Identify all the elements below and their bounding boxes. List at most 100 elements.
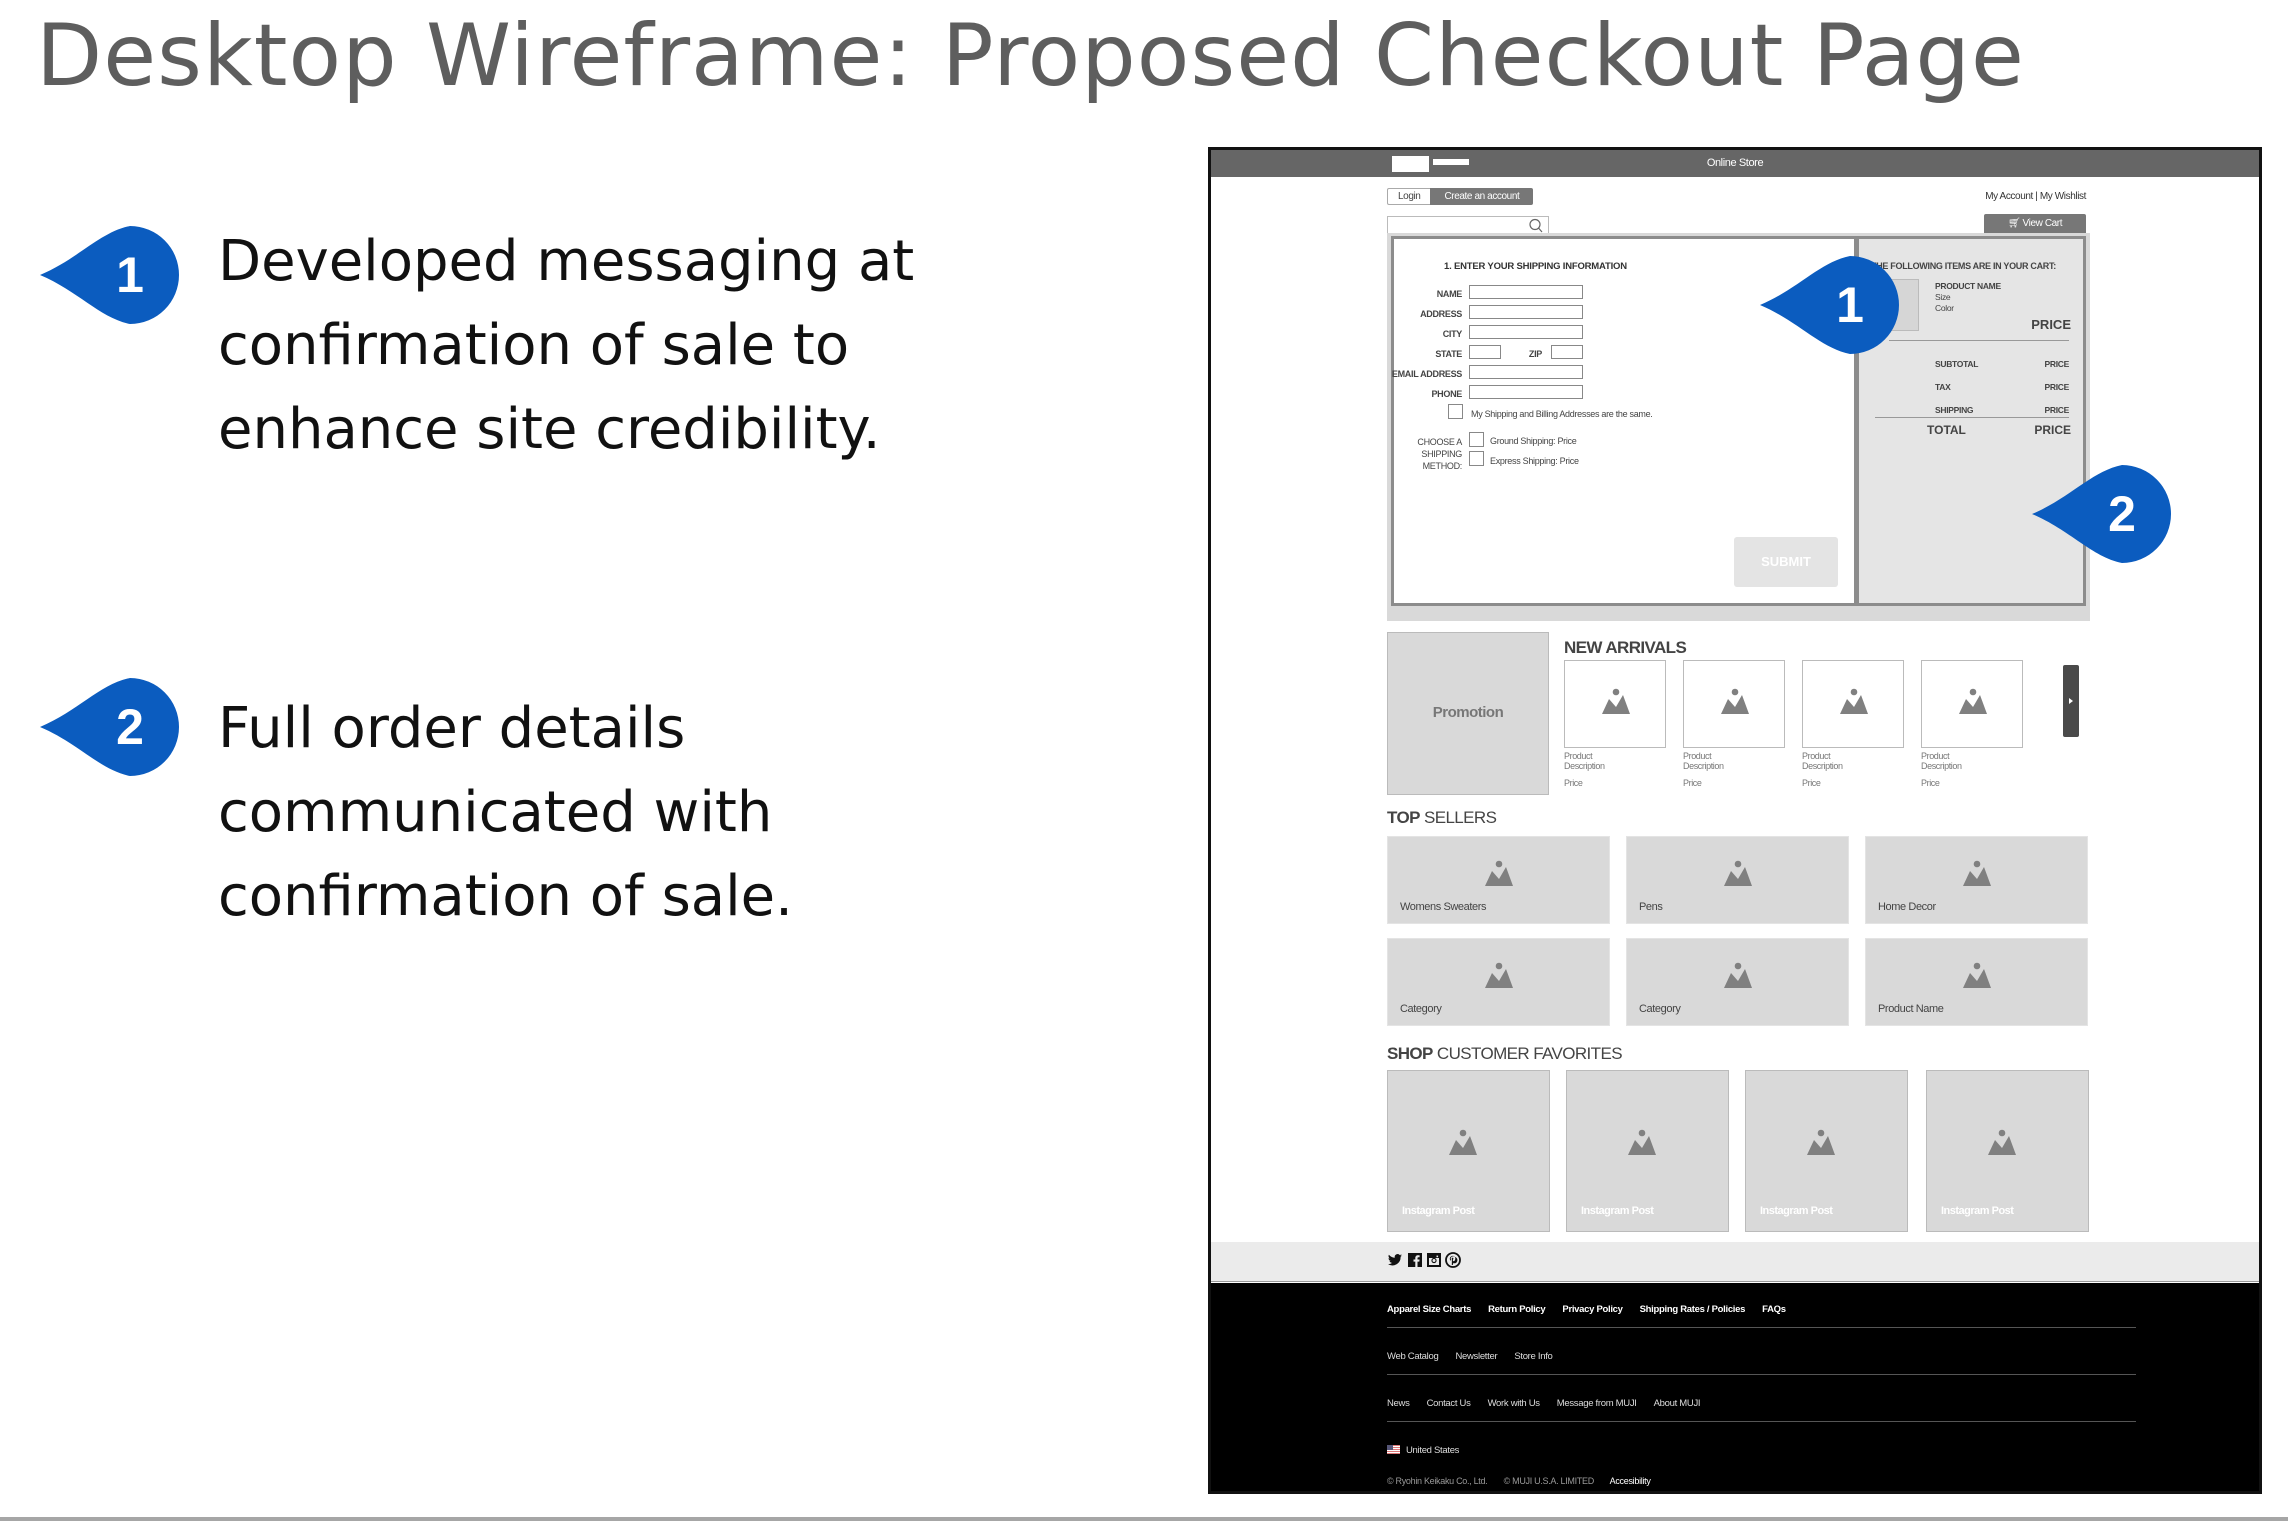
wireframe-marker-2: 2 xyxy=(2032,465,2171,563)
create-account-button[interactable]: Create an account xyxy=(1430,188,1534,205)
account-links[interactable]: My Account | My Wishlist xyxy=(1985,191,2086,202)
image-placeholder-icon xyxy=(1485,962,1513,988)
instagram-post-card[interactable]: Instagram Post xyxy=(1566,1070,1729,1232)
top-seller-card[interactable]: Home Decor xyxy=(1865,836,2088,924)
shipping-method-label-line: METHOD: xyxy=(1422,461,1463,471)
callout-text-2: Full order details communicated with con… xyxy=(218,687,998,939)
footer-link[interactable]: Newsletter xyxy=(1455,1351,1497,1362)
top-seller-label: Womens Sweaters xyxy=(1400,901,1487,913)
product-price: Price xyxy=(1564,778,1583,788)
cart-product-color: Color xyxy=(1935,303,1954,313)
product-description-line: Description xyxy=(1921,761,1962,771)
email-field[interactable] xyxy=(1469,365,1583,379)
same-address-label: My Shipping and Billing Addresses are th… xyxy=(1471,409,1653,419)
cart-item-details: PRODUCT NAME Size Color xyxy=(1935,281,2001,314)
total-label: TOTAL xyxy=(1927,423,1966,437)
instagram-post-card[interactable]: Instagram Post xyxy=(1387,1070,1550,1232)
pinterest-icon[interactable] xyxy=(1445,1252,1461,1268)
footer-link[interactable]: Message from MUJI xyxy=(1557,1398,1637,1409)
cart-icon: 🛒︎ xyxy=(2007,218,2023,229)
callout-marker-1: 1 xyxy=(38,224,180,326)
image-placeholder-icon xyxy=(1449,1129,1477,1155)
subtotal-value: PRICE xyxy=(2044,359,2070,369)
product-card[interactable]: Product Description Price xyxy=(1921,660,2023,788)
footer-link[interactable]: Apparel Size Charts xyxy=(1387,1304,1471,1315)
footer-links-secondary: Web Catalog Newsletter Store Info xyxy=(1387,1351,1553,1362)
submit-button[interactable]: SUBMIT xyxy=(1734,537,1838,587)
wireframe-frame: Online Store Login Create an account My … xyxy=(1208,147,2262,1494)
tax-value: PRICE xyxy=(2044,382,2070,392)
accessibility-link[interactable]: Accesibility xyxy=(1610,1476,1651,1486)
express-shipping-label: Express Shipping: Price xyxy=(1490,456,1579,466)
marker-number: 2 xyxy=(2108,486,2136,542)
top-seller-label: Category xyxy=(1639,1003,1681,1015)
top-seller-card[interactable]: Pens xyxy=(1626,836,1849,924)
country-label: United States xyxy=(1406,1445,1460,1456)
instagram-post-label: Instagram Post xyxy=(1402,1205,1475,1217)
new-arrivals-title: NEW ARRIVALS xyxy=(1564,638,1687,657)
footer-link[interactable]: Web Catalog xyxy=(1387,1351,1439,1362)
cart-product-size: Size xyxy=(1935,292,1951,302)
footer-link[interactable]: Work with Us xyxy=(1488,1398,1540,1409)
image-placeholder-icon xyxy=(1963,860,1991,886)
zip-field[interactable] xyxy=(1551,345,1583,359)
product-image xyxy=(1921,660,2023,748)
product-description-line: Description xyxy=(1802,761,1843,771)
city-field[interactable] xyxy=(1469,325,1583,339)
footer-link[interactable]: About MUJI xyxy=(1654,1398,1701,1409)
title-bold: TOP xyxy=(1387,808,1420,827)
instagram-post-card[interactable]: Instagram Post xyxy=(1926,1070,2089,1232)
footer-link[interactable]: News xyxy=(1387,1398,1410,1409)
same-address-checkbox[interactable] xyxy=(1448,404,1463,419)
carousel-next-button[interactable] xyxy=(2063,665,2079,737)
address-field[interactable] xyxy=(1469,305,1583,319)
top-seller-card[interactable]: Product Name xyxy=(1865,938,2088,1026)
image-placeholder-icon xyxy=(1988,1129,2016,1155)
title-bold: SHOP xyxy=(1387,1044,1433,1063)
form-heading: 1. ENTER YOUR SHIPPING INFORMATION xyxy=(1444,261,1627,272)
search-icon[interactable] xyxy=(1528,218,1544,234)
city-label: CITY xyxy=(1442,329,1463,339)
phone-field[interactable] xyxy=(1469,385,1583,399)
instagram-icon[interactable] xyxy=(1426,1252,1442,1268)
product-description-line: Product xyxy=(1564,751,1593,761)
product-card[interactable]: Product Description Price xyxy=(1564,660,1666,788)
divider xyxy=(1875,417,2069,418)
footer-link[interactable]: Store Info xyxy=(1514,1351,1553,1362)
facebook-icon[interactable] xyxy=(1407,1252,1423,1268)
footer-link[interactable]: Privacy Policy xyxy=(1562,1304,1623,1315)
express-shipping-checkbox[interactable] xyxy=(1469,451,1484,466)
login-button[interactable]: Login xyxy=(1387,188,1431,205)
footer-link[interactable]: Contact Us xyxy=(1427,1398,1471,1409)
slide-title: Desktop Wireframe: Proposed Checkout Pag… xyxy=(36,6,2025,106)
top-seller-card[interactable]: Womens Sweaters xyxy=(1387,836,1610,924)
footer-divider xyxy=(1387,1374,2136,1375)
promotion-banner[interactable]: Promotion xyxy=(1387,632,1549,795)
marker-number: 1 xyxy=(1836,277,1864,333)
shipping-value: PRICE xyxy=(2044,405,2070,415)
callout-marker-2: 2 xyxy=(38,676,180,778)
callout-line: enhance site credibility. xyxy=(218,397,881,462)
divider xyxy=(1889,340,2069,341)
twitter-icon[interactable] xyxy=(1387,1252,1403,1268)
callout-line: confirmation of sale to xyxy=(218,313,850,378)
image-placeholder-icon xyxy=(1602,688,1630,714)
country-selector[interactable]: United States xyxy=(1387,1445,1459,1456)
callout-line: Developed messaging at xyxy=(218,229,915,294)
product-card[interactable]: Product Description Price xyxy=(1683,660,1785,788)
copyright-line: © Ryohin Keikaku Co., Ltd. © MUJI U.S.A.… xyxy=(1387,1476,1665,1486)
view-cart-button[interactable]: 🛒︎ View Cart xyxy=(1984,214,2086,234)
ground-shipping-checkbox[interactable] xyxy=(1469,432,1484,447)
view-cart-label: View Cart xyxy=(2022,218,2063,229)
top-seller-card[interactable]: Category xyxy=(1626,938,1849,1026)
top-seller-card[interactable]: Category xyxy=(1387,938,1610,1026)
auth-tabs: Login Create an account xyxy=(1387,188,1534,205)
footer-link[interactable]: Shipping Rates / Policies xyxy=(1640,1304,1746,1315)
instagram-post-card[interactable]: Instagram Post xyxy=(1745,1070,1908,1232)
ground-shipping-label: Ground Shipping: Price xyxy=(1490,436,1577,446)
name-field[interactable] xyxy=(1469,285,1583,299)
instagram-post-label: Instagram Post xyxy=(1760,1205,1833,1217)
footer-link[interactable]: FAQs xyxy=(1762,1304,1786,1315)
product-card[interactable]: Product Description Price xyxy=(1802,660,1904,788)
footer-link[interactable]: Return Policy xyxy=(1488,1304,1546,1315)
